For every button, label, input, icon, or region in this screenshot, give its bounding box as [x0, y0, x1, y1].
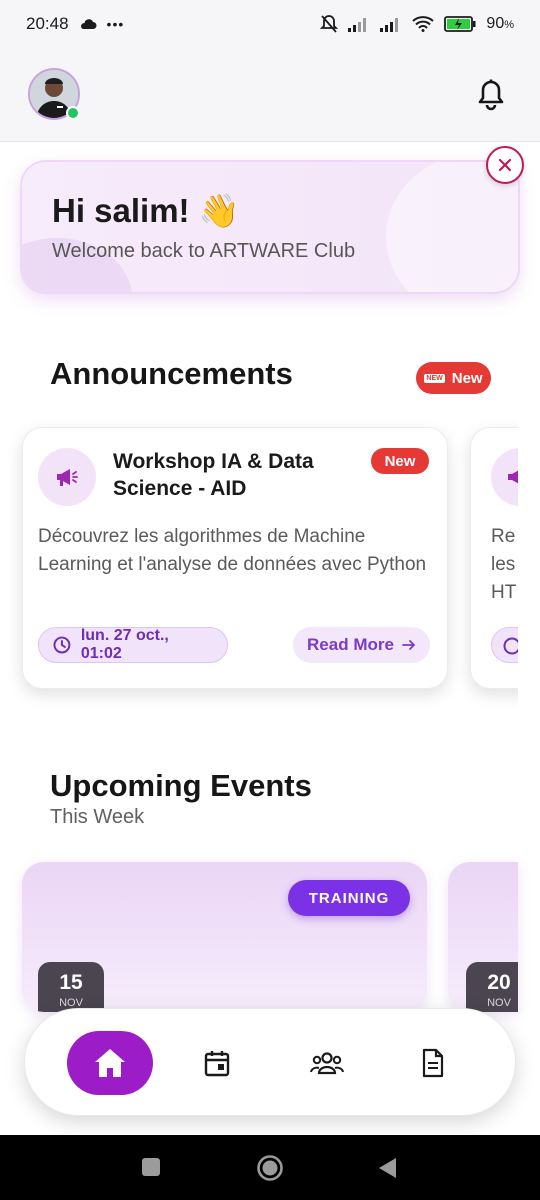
new-tag-icon: NEW — [424, 373, 445, 383]
event-day: 15 — [59, 971, 83, 994]
status-left: 20:48 ••• — [26, 14, 124, 34]
announcement-date-chip: lun. 27 oct., 01:02 — [38, 627, 228, 663]
announcement-preview-text: Re les HT — [491, 526, 517, 603]
online-status-dot — [66, 106, 80, 120]
clock-icon — [53, 636, 71, 654]
notification-bell-icon[interactable] — [476, 78, 506, 112]
signal-icon — [348, 18, 367, 32]
home-circle-icon[interactable] — [256, 1154, 284, 1182]
close-icon — [498, 158, 512, 172]
welcome-card: Hi salim! 👋 Welcome back to ARTWARE Club — [22, 162, 518, 292]
event-month: NOV — [487, 997, 511, 1009]
battery-charging-icon — [444, 16, 476, 32]
document-icon — [422, 1048, 444, 1078]
app-header — [0, 48, 540, 142]
read-more-button[interactable]: Read More — [293, 627, 430, 663]
status-right: 90% — [320, 14, 514, 34]
status-dots: ••• — [106, 16, 125, 32]
nav-documents-button[interactable] — [417, 1047, 449, 1079]
mute-bell-icon — [320, 15, 339, 33]
event-date-chip: 15 NOV — [38, 962, 104, 1012]
announcements-new-badge: NEW New — [416, 362, 491, 394]
events-subtitle: This Week — [50, 806, 145, 828]
close-welcome-button[interactable] — [486, 146, 524, 184]
announcement-new-badge: New — [371, 448, 429, 474]
arrow-right-icon — [402, 640, 415, 650]
scroll-edge — [518, 410, 540, 710]
megaphone-icon — [38, 448, 96, 506]
event-date-chip: 20 NOV — [466, 962, 518, 1012]
welcome-subtitle: Welcome back to ARTWARE Club — [52, 240, 356, 262]
welcome-greeting: Hi salim! 👋 — [52, 192, 240, 229]
users-icon — [310, 1052, 344, 1075]
announcement-card[interactable]: Workshop IA & Data Science - AID New Déc… — [22, 427, 448, 689]
read-more-label: Read More — [307, 635, 394, 654]
nav-calendar-button[interactable] — [201, 1047, 233, 1079]
new-badge-label: New — [451, 369, 483, 387]
android-navigation-bar — [0, 1135, 540, 1200]
announcement-title: Workshop IA & Data Science - AID — [113, 450, 314, 500]
event-card[interactable]: TRAINING 15 NOV — [22, 862, 427, 1012]
app-screen: { "status_bar": { "time": "20:48", "dots… — [0, 0, 540, 1200]
calendar-icon — [204, 1051, 230, 1077]
recents-icon[interactable] — [141, 1157, 161, 1177]
event-type-tag: TRAINING — [288, 880, 410, 916]
nav-members-button[interactable] — [307, 1047, 347, 1079]
back-icon[interactable] — [376, 1156, 398, 1180]
wifi-icon — [412, 16, 435, 32]
events-title: Upcoming Events — [50, 768, 312, 803]
announcement-date: lun. 27 oct., 01:02 — [80, 627, 169, 662]
nav-home-button[interactable] — [67, 1031, 153, 1095]
announcement-description: Découvrez les algorithmes de Machine Lea… — [38, 526, 427, 575]
status-time: 20:48 — [26, 14, 69, 33]
event-card-next[interactable]: 20 NOV — [448, 862, 518, 1012]
bottom-navigation — [24, 1008, 516, 1116]
home-icon — [95, 1049, 125, 1077]
battery-percent: 90% — [486, 15, 514, 32]
event-day: 20 — [487, 971, 511, 994]
signal-icon — [380, 18, 399, 32]
cloud-icon — [80, 19, 97, 29]
status-bar: 20:48 ••• 90% — [0, 0, 540, 48]
announcements-title: Announcements — [50, 356, 293, 391]
